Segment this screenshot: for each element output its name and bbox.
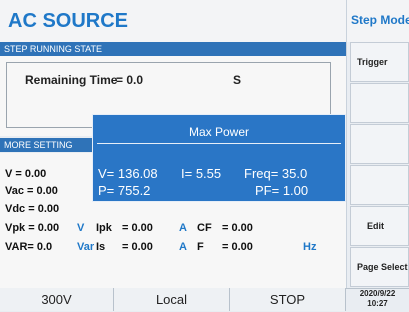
vdc-readout: Vdc = 0.00: [5, 203, 60, 215]
app-title: AC SOURCE: [8, 10, 129, 32]
cf-label: CF: [197, 222, 212, 234]
popup-divider: [97, 143, 341, 144]
date-text: 2020/9/22: [359, 289, 396, 298]
page-select-button[interactable]: Page Select: [350, 247, 409, 287]
range-status: 300V: [0, 288, 114, 311]
cf-value: = 0.00: [222, 222, 253, 234]
remaining-time-label: Remaining Time: [25, 73, 118, 87]
ipk-unit: A: [179, 222, 187, 234]
output-state-status: STOP: [230, 288, 346, 311]
ipk-value: = 0.00: [122, 222, 153, 234]
f-label: F: [197, 241, 204, 253]
var-readout: VAR= 0.0: [5, 241, 53, 253]
clock: 2020/9/22 10:27: [346, 289, 409, 309]
popup-title: Max Power: [188, 125, 250, 139]
is-unit: A: [179, 241, 187, 253]
side-button-2[interactable]: [350, 83, 409, 123]
remaining-time-unit: S: [233, 73, 242, 87]
popup-power-factor: PF= 1.00: [255, 183, 309, 198]
edit-button[interactable]: Edit: [350, 206, 409, 246]
step-mode-title: Step Mode: [351, 13, 409, 27]
var-unit-label: Var: [77, 241, 95, 253]
trigger-button[interactable]: Trigger: [350, 42, 409, 82]
popup-current: I= 5.55: [181, 166, 222, 181]
hz-unit: Hz: [303, 241, 317, 253]
ipk-label: Ipk: [96, 222, 112, 234]
is-label: Is: [96, 241, 106, 253]
vpk-readout: Vpk = 0.00: [5, 222, 60, 234]
vac-readout: Vac = 0.00: [5, 185, 58, 197]
step-running-state-bar: STEP RUNNING STATE: [0, 42, 346, 56]
f-value: = 0.00: [222, 241, 253, 253]
control-mode-status: Local: [114, 288, 230, 311]
popup-frequency: Freq= 35.0: [244, 166, 308, 181]
popup-voltage: V= 136.08: [98, 166, 158, 181]
v-unit-label: V: [77, 222, 85, 234]
side-button-4[interactable]: [350, 165, 409, 205]
popup-power: P= 755.2: [98, 183, 151, 198]
remaining-time-value: = 0.0: [116, 73, 144, 87]
time-text: 10:27: [367, 299, 388, 308]
is-value: = 0.00: [122, 241, 153, 253]
side-button-3[interactable]: [350, 124, 409, 164]
v-readout: V = 0.00: [5, 168, 47, 180]
